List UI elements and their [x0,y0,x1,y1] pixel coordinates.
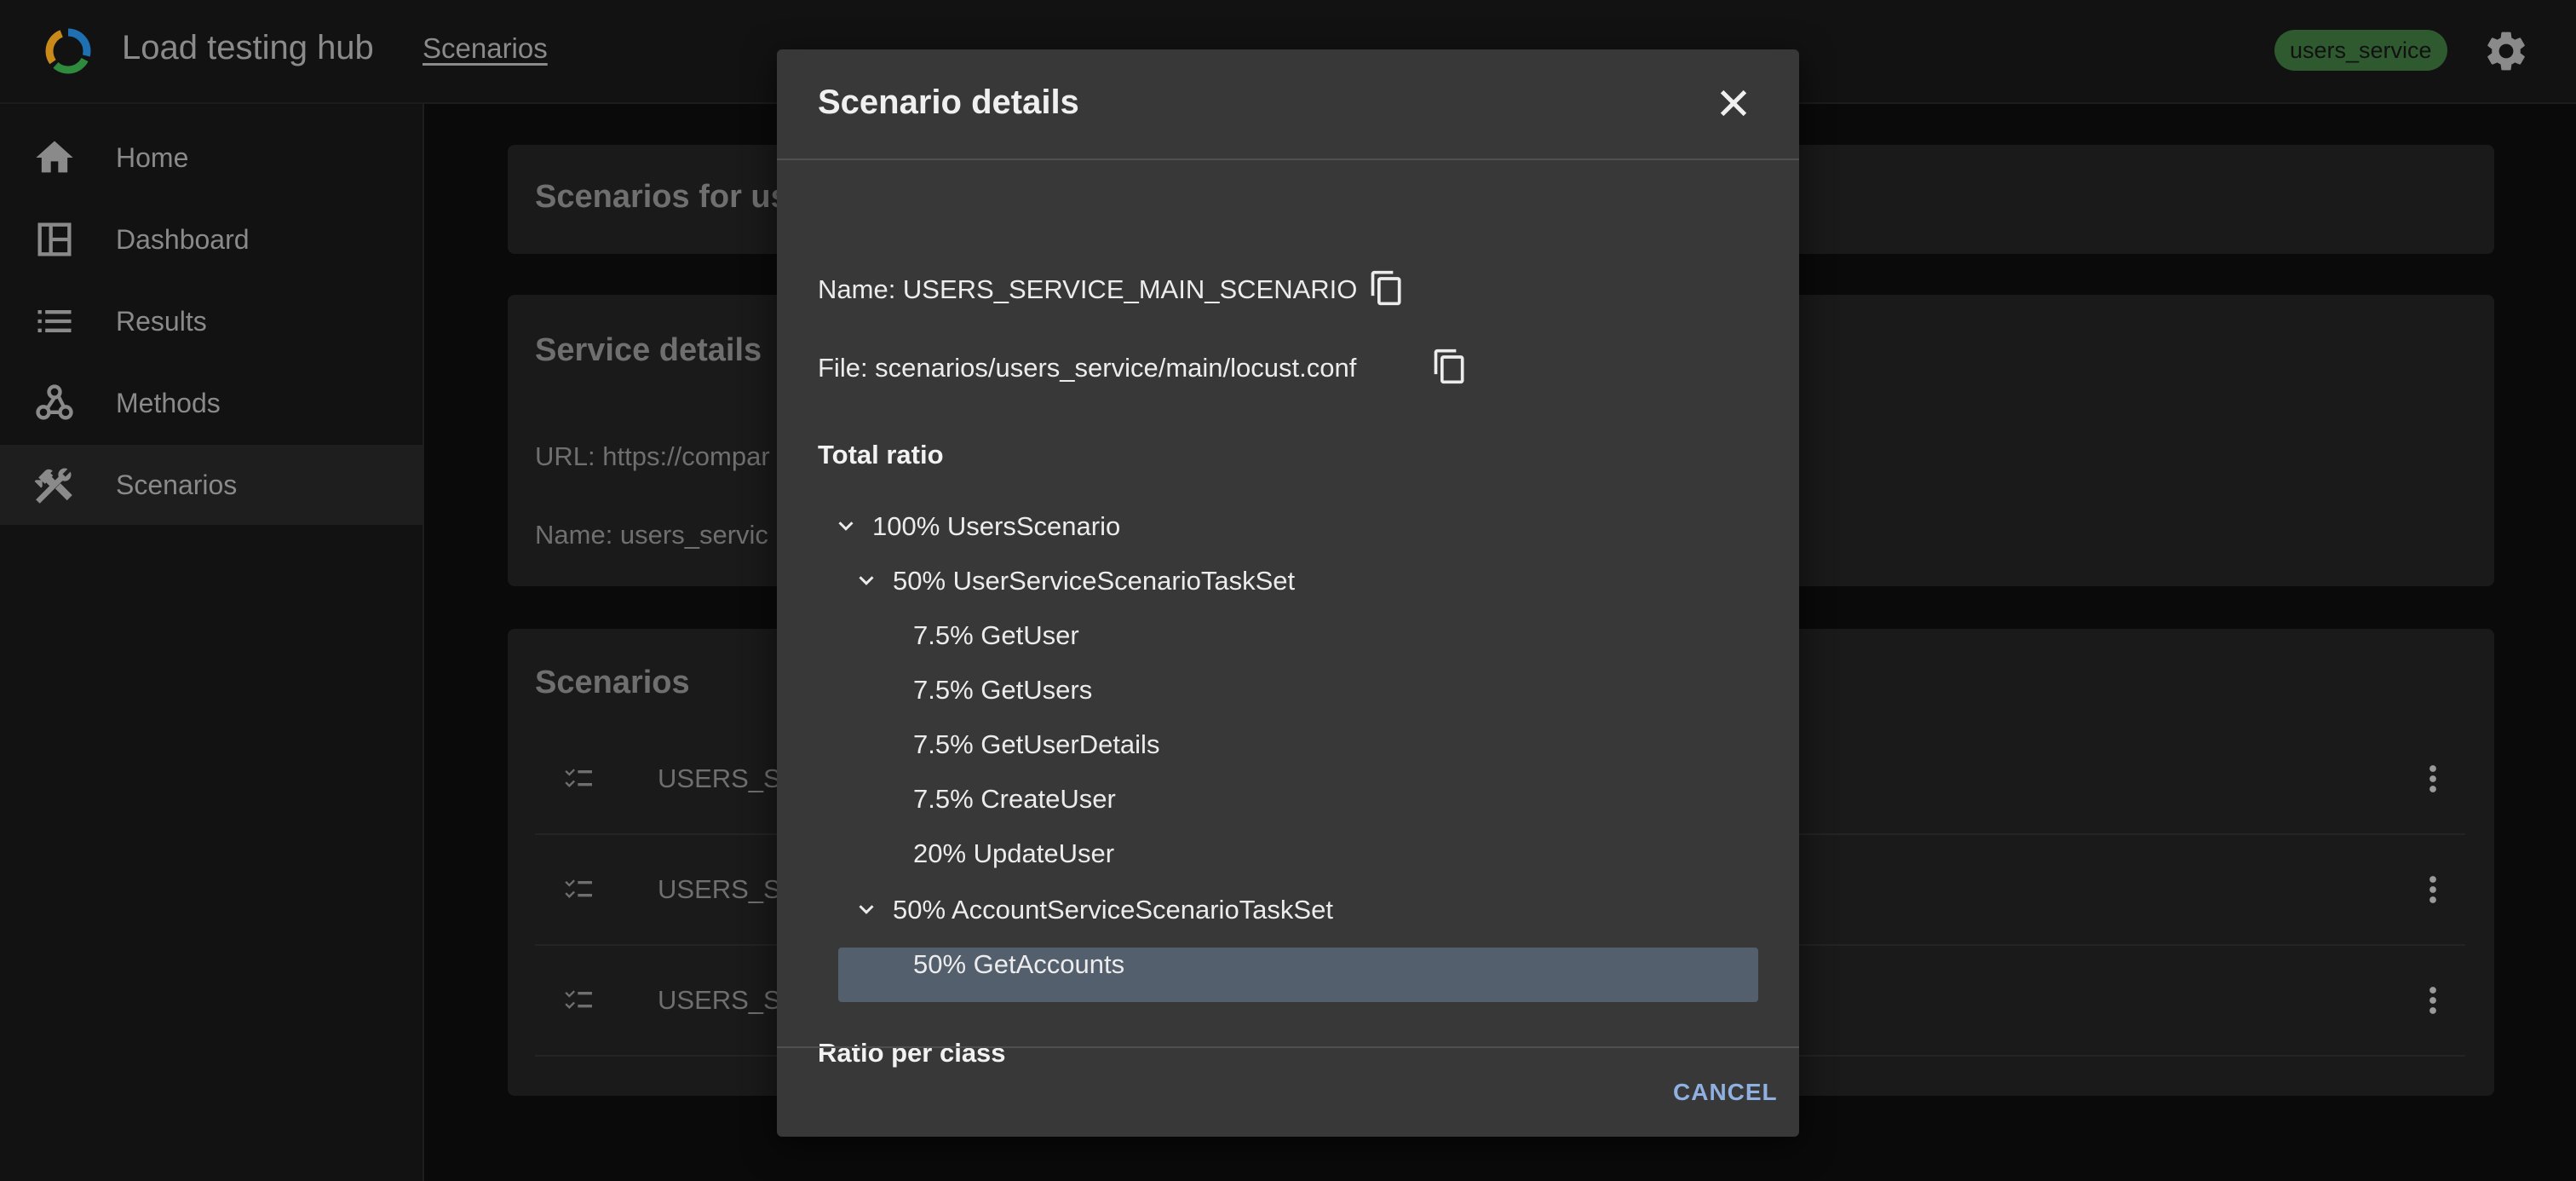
more-vert-icon[interactable] [2418,869,2448,910]
service-url: URL: https://compar [535,441,770,471]
cancel-button[interactable]: CANCEL [1673,1079,1778,1106]
sidebar-item-label: Scenarios [116,469,238,500]
tree-item-task[interactable]: 7.5% CreateUser [913,784,1116,815]
app-title: Load testing hub [122,29,374,66]
tree-item-root[interactable]: 100% UsersScenario [872,511,1120,542]
sidebar-item-results[interactable]: Results [0,281,424,361]
sidebar-item-dashboard[interactable]: Dashboard [0,199,424,279]
total-ratio-title: Total ratio [818,440,944,470]
dialog-footer: CANCEL [777,1046,1799,1137]
dialog-title: Scenario details [818,84,1079,121]
service-badge[interactable]: users_service [2274,30,2447,71]
dialog-header: Scenario details [777,49,1799,160]
tree-item-task[interactable]: 20% UpdateUser [913,838,1114,869]
scenario-name-line: Name: USERS_SERVICE_MAIN_SCENARIO [818,274,1358,304]
service-details-title: Service details [535,332,762,368]
tree-item-taskset[interactable]: 50% UserServiceScenarioTaskSet [893,566,1295,596]
tree-item-task[interactable]: 7.5% GetUser [913,620,1079,651]
copy-icon[interactable] [1431,348,1469,385]
close-icon[interactable] [1714,84,1753,123]
webhook-icon [36,384,73,420]
checklist-icon [565,769,592,787]
scenario-file-line: File: scenarios/users_service/main/locus… [818,353,1357,383]
sidebar-item-label: Methods [116,387,221,418]
scenarios-list-title: Scenarios [535,665,690,700]
checklist-icon [565,990,592,1009]
tree-item-task[interactable]: 7.5% GetUsers [913,675,1092,706]
sidebar-item-home[interactable]: Home [0,118,424,198]
checklist-icon [565,879,592,898]
tree-item-taskset-selected[interactable]: 50% AccountServiceScenarioTaskSet [893,895,1333,925]
sidebar: Home Dashboard Results Methods Scenarios [0,104,424,1181]
sidebar-item-scenarios[interactable]: Scenarios [0,445,424,525]
sidebar-item-label: Results [116,305,207,337]
tree-item-task[interactable]: 50% GetAccounts [913,949,1124,980]
breadcrumb-scenarios[interactable]: Scenarios [423,32,548,65]
app-logo-icon [45,28,91,74]
home-icon [36,141,73,173]
sidebar-item-label: Dashboard [116,223,250,255]
chevron-down-icon[interactable] [854,896,879,922]
list-icon [37,310,72,332]
dialog-body: Name: USERS_SERVICE_MAIN_SCENARIO File: … [777,162,1799,1094]
sidebar-item-label: Home [116,141,189,173]
dashboard-icon [37,222,72,256]
scenarios-header-title: Scenarios for us [535,179,789,215]
scenario-details-dialog: Scenario details Name: USERS_SERVICE_MAI… [777,49,1799,1137]
service-name: Name: users_servic [535,520,768,550]
chevron-down-icon[interactable] [833,513,859,539]
sidebar-item-methods[interactable]: Methods [0,363,424,443]
chevron-down-icon[interactable] [854,567,879,593]
tree-item-task[interactable]: 7.5% GetUserDetails [913,729,1159,760]
tools-icon [34,468,72,504]
gear-icon[interactable] [2482,27,2530,75]
more-vert-icon[interactable] [2418,758,2448,799]
copy-icon[interactable] [1368,269,1406,307]
more-vert-icon[interactable] [2418,980,2448,1021]
